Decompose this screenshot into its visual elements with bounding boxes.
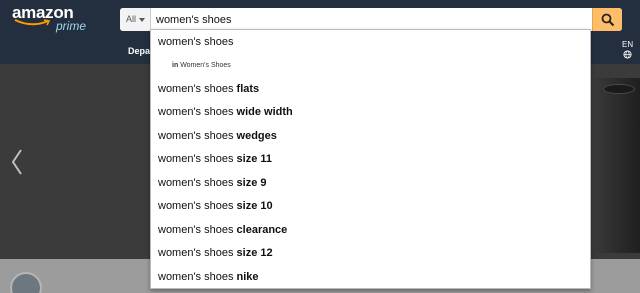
suggestion-item[interactable]: women's shoes clearance [158, 224, 287, 236]
departments-menu[interactable]: Depa [128, 46, 150, 56]
suggestion-item[interactable]: women's shoes size 10 [158, 200, 273, 212]
category-name: Women's Shoes [180, 62, 231, 69]
globe-icon [623, 50, 632, 59]
search-input[interactable] [156, 8, 588, 31]
category-label: All [126, 14, 137, 24]
logo-smile-icon [14, 19, 51, 26]
suggestion-item[interactable]: women's shoes size 9 [158, 177, 267, 189]
logo-prime: prime [56, 19, 87, 33]
language-label: EN [622, 40, 634, 49]
suggestion-item[interactable]: women's shoes wedges [158, 130, 277, 142]
suggestion-item[interactable]: women's shoes [158, 36, 233, 48]
suggestion-item[interactable]: women's shoes nike [158, 271, 259, 283]
language-selector[interactable]: EN [622, 40, 633, 62]
search-bar: All [120, 8, 622, 31]
search-suggestions: women's shoes in Women's Shoes women's s… [150, 29, 591, 289]
category-prefix: in [172, 62, 179, 69]
suggestion-item[interactable]: women's shoes size 12 [158, 247, 273, 259]
hero-product-image [592, 78, 640, 253]
suggestion-category[interactable]: in Women's Shoes [172, 62, 231, 69]
category-dropdown[interactable]: All [120, 8, 151, 31]
suggestion-item[interactable]: women's shoes flats [158, 83, 259, 95]
caret-down-icon [139, 17, 146, 22]
chevron-left-icon[interactable] [10, 148, 24, 176]
search-button[interactable] [592, 8, 622, 31]
hero-product-top [604, 85, 634, 93]
amazon-prime-logo[interactable]: amazon prime [12, 3, 92, 35]
suggestion-item[interactable]: women's shoes size 11 [158, 153, 272, 165]
suggestion-item[interactable]: women's shoes wide width [158, 106, 293, 118]
search-icon [601, 13, 615, 27]
